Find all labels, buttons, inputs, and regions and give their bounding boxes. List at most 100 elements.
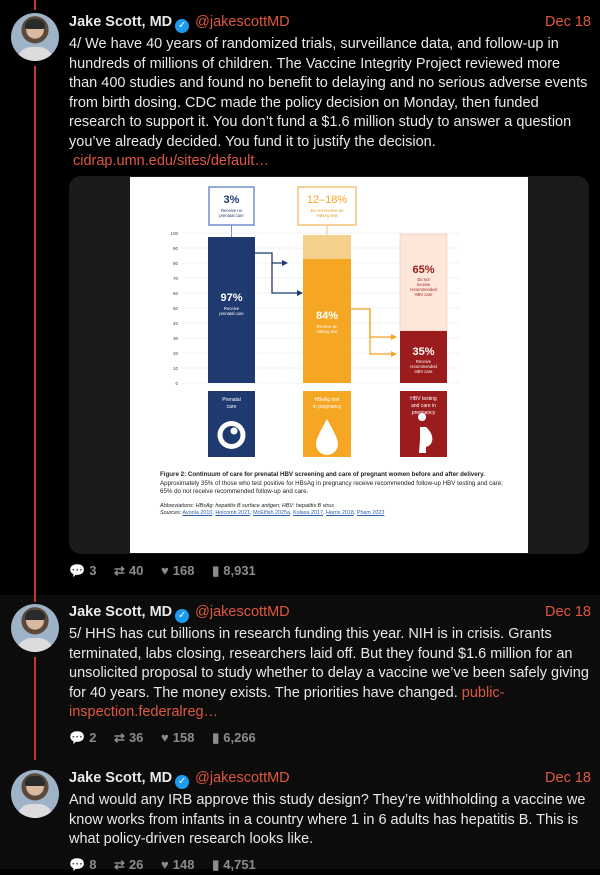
repost-button[interactable]: ⇄ 26: [114, 857, 143, 873]
svg-text:in pregnancy: in pregnancy: [313, 404, 342, 410]
heart-icon: ♥: [161, 857, 169, 872]
post-actions: 💬 3 ⇄ 40 ♥ 168 ▮ 8,931: [69, 563, 270, 581]
view-count: 6,266: [223, 730, 256, 745]
repost-button[interactable]: ⇄ 36: [114, 730, 143, 746]
post-text: 5/ HHS has cut billions in research fund…: [69, 625, 589, 723]
bottom-box-label: HBV testing: [410, 396, 437, 402]
like-button[interactable]: ♥ 148: [161, 857, 194, 872]
author-name[interactable]: Jake Scott, MD: [69, 14, 172, 30]
reply-icon: 💬: [69, 857, 86, 872]
views-button[interactable]: ▮ 4,751: [212, 857, 256, 873]
repost-count: 40: [128, 563, 144, 578]
post-body: 4/ We have 40 years of randomized trials…: [69, 36, 588, 150]
caption-abbreviations: Abbreviations: HBsAg: hepatitis B surfac…: [160, 502, 334, 509]
y-tick: 20: [173, 351, 179, 356]
post-date[interactable]: Dec 18: [545, 12, 591, 32]
verified-badge-icon: ✓: [175, 775, 190, 789]
bar-value: 97%: [220, 292, 242, 304]
caption-body: Approximately 35% of those who test posi…: [160, 479, 503, 496]
like-button[interactable]: ♥ 158: [161, 730, 194, 745]
author-handle[interactable]: @jakescottMD: [195, 604, 290, 620]
y-tick: 30: [173, 336, 179, 341]
verified-badge-icon: ✓: [175, 609, 190, 623]
source-link[interactable]: McElfish 2025a: [253, 510, 290, 516]
y-tick: 40: [173, 321, 179, 326]
post-header: Jake Scott, MD ✓ @jakescottMD Dec 18: [69, 12, 591, 33]
thread-line: [34, 657, 36, 760]
thread-line: [34, 66, 36, 595]
author-name[interactable]: Jake Scott, MD: [69, 604, 172, 620]
source-link[interactable]: Avoola 2010: [182, 510, 212, 516]
source-link[interactable]: Pham 2023: [357, 510, 385, 516]
repost-count: 26: [128, 857, 144, 872]
top-box-value: 12–18%: [307, 194, 348, 206]
post-body: 5/ HHS has cut billions in research fund…: [69, 626, 589, 701]
y-axis-ticks: 100 90 80 70 60 50 40 30 20 10 0: [170, 231, 178, 386]
y-tick: 90: [173, 246, 179, 251]
post-date[interactable]: Dec 18: [545, 602, 591, 622]
reply-count: 8: [89, 857, 97, 872]
like-count: 158: [172, 730, 195, 745]
post-link[interactable]: cidrap.umn.edu/sites/default…: [73, 153, 269, 169]
svg-text:and care in: and care in: [411, 403, 436, 409]
bottom-box-label: HBsAg test: [314, 397, 340, 403]
reply-button[interactable]: 💬 2: [69, 730, 96, 746]
like-button[interactable]: ♥ 168: [161, 563, 194, 578]
like-count: 168: [172, 563, 195, 578]
y-tick: 70: [173, 276, 179, 281]
avatar[interactable]: [11, 770, 59, 818]
reply-button[interactable]: 💬 8: [69, 857, 96, 873]
author-handle[interactable]: @jakescottMD: [195, 14, 290, 30]
views-icon: ▮: [212, 563, 220, 578]
post-actions: 💬 8 ⇄ 26 ♥ 148 ▮ 4,751: [69, 857, 270, 875]
post-body: And would any IRB approve this study des…: [69, 792, 586, 847]
post-media[interactable]: 3% Receive no prenatal care 12–18% Do no…: [69, 176, 589, 554]
repost-count: 36: [128, 730, 144, 745]
bar-value: 65%: [412, 264, 434, 276]
svg-text:HBV care: HBV care: [415, 369, 434, 374]
avatar[interactable]: [11, 13, 59, 61]
post-date[interactable]: Dec 18: [545, 768, 591, 788]
source-link[interactable]: Harris 2018: [326, 510, 354, 516]
avatar[interactable]: [11, 604, 59, 652]
views-button[interactable]: ▮ 6,266: [212, 730, 256, 746]
source-link[interactable]: Holcomb 2021: [215, 510, 250, 516]
source-link[interactable]: Kolasa 2017: [293, 510, 323, 516]
views-button[interactable]: ▮ 8,931: [212, 563, 256, 579]
repost-icon: ⇄: [114, 857, 125, 872]
post-header: Jake Scott, MD ✓ @jakescottMD Dec 18: [69, 602, 591, 623]
post-text: 4/ We have 40 years of randomized trials…: [69, 35, 589, 172]
svg-text:prenatal care: prenatal care: [219, 311, 244, 316]
reply-count: 3: [89, 563, 97, 578]
y-tick: 80: [173, 261, 179, 266]
caption-title: Figure 2: Continuum of care for prenatal…: [160, 471, 485, 478]
post-text: And would any IRB approve this study des…: [69, 791, 589, 850]
bar-value: 35%: [412, 346, 434, 358]
svg-text:HBV care: HBV care: [415, 292, 434, 297]
heart-icon: ♥: [161, 563, 169, 578]
repost-button[interactable]: ⇄ 40: [114, 563, 143, 579]
y-tick: 10: [173, 366, 179, 371]
thread-line: [34, 595, 36, 602]
author-name[interactable]: Jake Scott, MD: [69, 770, 172, 786]
post-5[interactable]: Jake Scott, MD ✓ @jakescottMD Dec 18 5/ HH…: [0, 595, 600, 760]
heart-icon: ♥: [161, 730, 169, 745]
repost-icon: ⇄: [114, 563, 125, 578]
y-tick: 50: [173, 306, 179, 311]
author-handle[interactable]: @jakescottMD: [195, 770, 290, 786]
reply-count: 2: [89, 730, 97, 745]
view-count: 8,931: [223, 563, 256, 578]
top-box-no-prenatal: [208, 186, 255, 226]
post-header: Jake Scott, MD ✓ @jakescottMD Dec 18: [69, 768, 591, 789]
like-count: 148: [172, 857, 195, 872]
views-icon: ▮: [212, 730, 220, 745]
reply-icon: 💬: [69, 730, 86, 745]
caption-sources: Sources: Avoola 2010, Holcomb 2021, McEl…: [160, 509, 385, 516]
reply-button[interactable]: 💬 3: [69, 563, 96, 579]
post-4[interactable]: Jake Scott, MD ✓ @jakescottMD Dec 18 4/ We…: [0, 0, 600, 595]
svg-text:prenatal care: prenatal care: [219, 213, 244, 218]
post-final[interactable]: Jake Scott, MD ✓ @jakescottMD Dec 18 And w…: [0, 760, 600, 872]
bar-no-test-segment: [303, 235, 351, 259]
repost-icon: ⇄: [114, 730, 125, 745]
thread-line: [34, 0, 36, 10]
